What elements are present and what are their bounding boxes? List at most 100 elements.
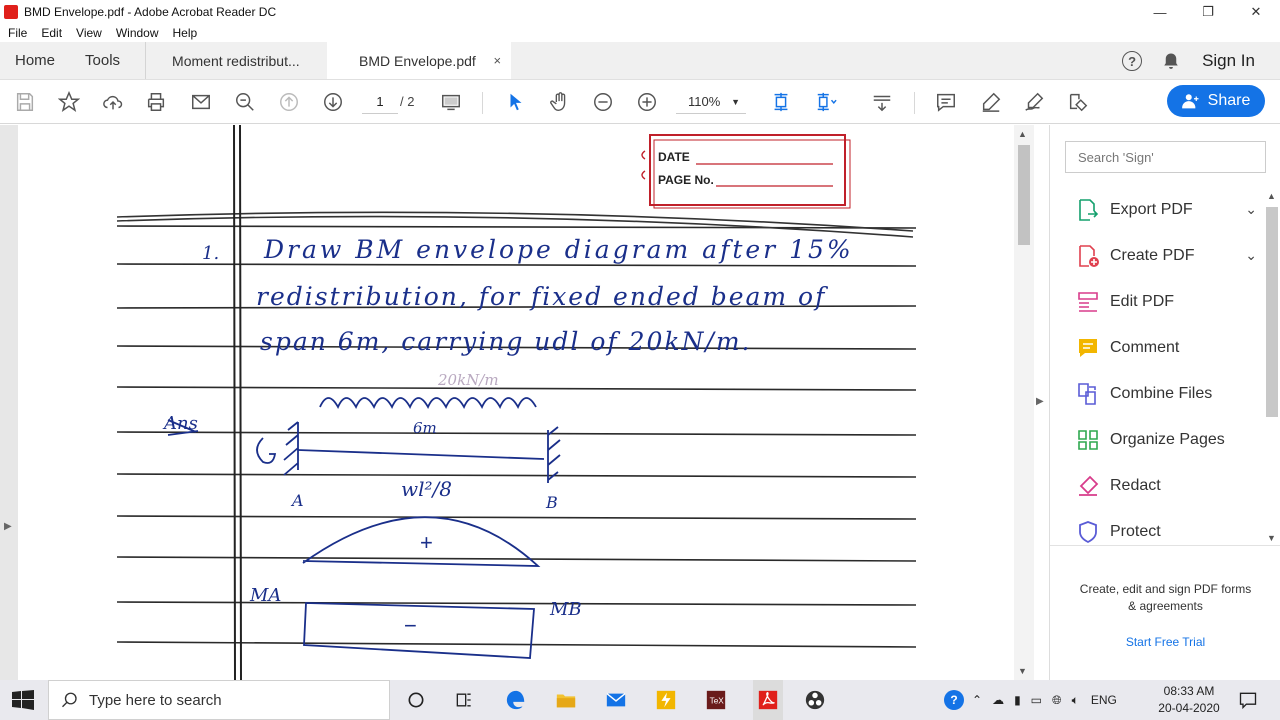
tools-scrollbar[interactable]: ▲ ▼ <box>1264 191 1280 543</box>
zoom-out-icon[interactable] <box>591 90 615 114</box>
scroll-up-icon[interactable]: ▲ <box>1267 191 1276 201</box>
hand-tool-icon[interactable] <box>548 90 572 114</box>
task-view-icon[interactable] <box>452 688 476 712</box>
acrobat-reader-taskbar-icon[interactable] <box>753 680 783 720</box>
page-number-input[interactable]: 1 <box>362 90 398 114</box>
fill-sign-icon[interactable] <box>1022 90 1046 114</box>
organize-pages-icon <box>1078 430 1098 450</box>
scroll-mode-icon[interactable] <box>870 90 894 114</box>
tab-document-moment[interactable]: Moment redistribut... <box>145 42 327 79</box>
notification-center-icon[interactable] <box>1236 688 1260 712</box>
tool-protect[interactable]: Protect <box>1050 509 1265 545</box>
edge-browser-icon[interactable] <box>504 688 528 712</box>
add-user-icon <box>1181 94 1199 109</box>
help-tray-icon[interactable]: ? <box>944 690 964 710</box>
collapse-right-panel-icon[interactable]: ▶ <box>1036 396 1044 407</box>
language-indicator[interactable]: ENG <box>1091 693 1117 707</box>
sign-in-link[interactable]: Sign In <box>1202 51 1255 71</box>
texstudio-icon[interactable]: TeX <box>704 688 728 712</box>
minimize-button[interactable]: — <box>1136 0 1184 24</box>
menu-window[interactable]: Window <box>116 26 159 40</box>
close-tab-icon[interactable]: × <box>493 53 501 68</box>
bookmark-star-icon[interactable] <box>57 90 81 114</box>
zoom-search-icon[interactable] <box>233 90 257 114</box>
tool-label: Export PDF <box>1110 201 1193 218</box>
close-window-button[interactable]: ✕ <box>1232 0 1280 24</box>
obs-studio-icon[interactable] <box>803 688 827 712</box>
tool-organize-pages[interactable]: Organize Pages <box>1050 417 1265 463</box>
span-label: 6m <box>413 419 437 437</box>
menu-file[interactable]: File <box>8 26 27 40</box>
page-display-icon[interactable] <box>439 90 463 114</box>
print-icon[interactable] <box>144 90 168 114</box>
more-tools-icon[interactable] <box>1066 90 1090 114</box>
tab-home[interactable]: Home <box>0 42 70 79</box>
menu-view[interactable]: View <box>76 26 102 40</box>
comment-icon[interactable] <box>934 90 958 114</box>
zoom-value: 110% <box>688 94 721 109</box>
network-globe-icon[interactable]: 🌐︎ <box>1052 693 1062 708</box>
fit-page-icon[interactable] <box>769 90 793 114</box>
tools-search-input[interactable]: Search 'Sign' <box>1065 141 1266 173</box>
tool-label: Edit PDF <box>1110 293 1175 310</box>
help-icon[interactable]: ? <box>1122 51 1143 71</box>
tool-export-pdf[interactable]: Export PDF ⌄ <box>1050 187 1265 233</box>
battery-icon[interactable]: ▭ <box>1031 693 1042 707</box>
chevron-down-icon[interactable]: ⌄ <box>1245 201 1257 218</box>
taskbar-clock[interactable]: 08:33 AM 20-04-2020 <box>1150 683 1228 717</box>
zoom-level-dropdown[interactable]: 110% ▼ <box>676 90 746 114</box>
menu-help[interactable]: Help <box>173 26 198 40</box>
onedrive-cloud-icon[interactable]: ☁ <box>992 693 1004 707</box>
tab-tools[interactable]: Tools <box>70 42 135 79</box>
page-up-icon[interactable] <box>277 90 301 114</box>
windows-start-icon[interactable] <box>12 690 34 710</box>
cortana-icon[interactable] <box>404 688 428 712</box>
scroll-thumb[interactable] <box>1018 145 1030 245</box>
chevron-up-icon[interactable]: ⌃ <box>972 693 982 707</box>
tools-list: Export PDF ⌄ Create PDF ⌄ Edit PDF Comme… <box>1050 187 1265 545</box>
toolbar: 1 / 2 110% ▼ <box>0 80 1280 124</box>
document-area[interactable]: ▶ DATE PAGE No. 1. Draw BM envelope diag… <box>0 125 1034 680</box>
zoom-in-icon[interactable] <box>635 90 659 114</box>
export-pdf-icon <box>1079 199 1099 221</box>
promo-text: Create, edit and sign PDF forms & agreem… <box>1079 582 1252 613</box>
share-button[interactable]: Share <box>1167 85 1265 117</box>
volume-icon[interactable]: 🔈︎ <box>1072 693 1079 708</box>
mail-icon[interactable] <box>604 688 628 712</box>
taskbar-search-input[interactable]: Type here to search <box>48 680 390 720</box>
chevron-down-icon[interactable]: ⌄ <box>1245 247 1257 264</box>
tool-comment[interactable]: Comment <box>1050 325 1265 371</box>
save-icon[interactable] <box>13 90 37 114</box>
scroll-down-icon[interactable]: ▼ <box>1267 533 1276 543</box>
highlight-pen-icon[interactable] <box>979 90 1003 114</box>
bell-icon[interactable] <box>1162 52 1180 70</box>
tab-bar: Home Tools Moment redistribut... BMD Env… <box>0 42 1280 80</box>
page-fit-dropdown-icon[interactable] <box>814 90 838 114</box>
taskbar-search-placeholder: Type here to search <box>89 691 222 709</box>
scroll-thumb[interactable] <box>1266 207 1278 417</box>
select-cursor-icon[interactable] <box>504 90 528 114</box>
maximize-button[interactable]: ❐ <box>1184 0 1232 24</box>
tool-create-pdf[interactable]: Create PDF ⌄ <box>1050 233 1265 279</box>
tool-combine-files[interactable]: Combine Files <box>1050 371 1265 417</box>
email-icon[interactable] <box>189 90 213 114</box>
upload-cloud-icon[interactable] <box>101 90 125 114</box>
scroll-up-icon[interactable]: ▲ <box>1018 129 1027 139</box>
tool-label: Protect <box>1110 523 1161 540</box>
microphone-icon[interactable]: ▮ <box>1014 693 1021 707</box>
mb-label: MB <box>550 599 582 620</box>
tab-document-bmd[interactable]: BMD Envelope.pdf × <box>327 42 512 79</box>
document-scrollbar[interactable]: ▲ ▼ <box>1014 125 1034 680</box>
tool-edit-pdf[interactable]: Edit PDF <box>1050 279 1265 325</box>
page-down-icon[interactable] <box>321 90 345 114</box>
start-free-trial-link[interactable]: Start Free Trial <box>1050 635 1280 649</box>
ma-label: MA <box>250 585 282 606</box>
tool-label: Combine Files <box>1110 385 1213 402</box>
menu-edit[interactable]: Edit <box>41 26 62 40</box>
positive-sign: + <box>420 530 433 555</box>
file-explorer-icon[interactable] <box>554 688 578 712</box>
power-app-icon[interactable] <box>654 688 678 712</box>
tool-redact[interactable]: Redact <box>1050 463 1265 509</box>
expand-left-panel-icon[interactable]: ▶ <box>4 521 12 532</box>
scroll-down-icon[interactable]: ▼ <box>1018 666 1027 676</box>
